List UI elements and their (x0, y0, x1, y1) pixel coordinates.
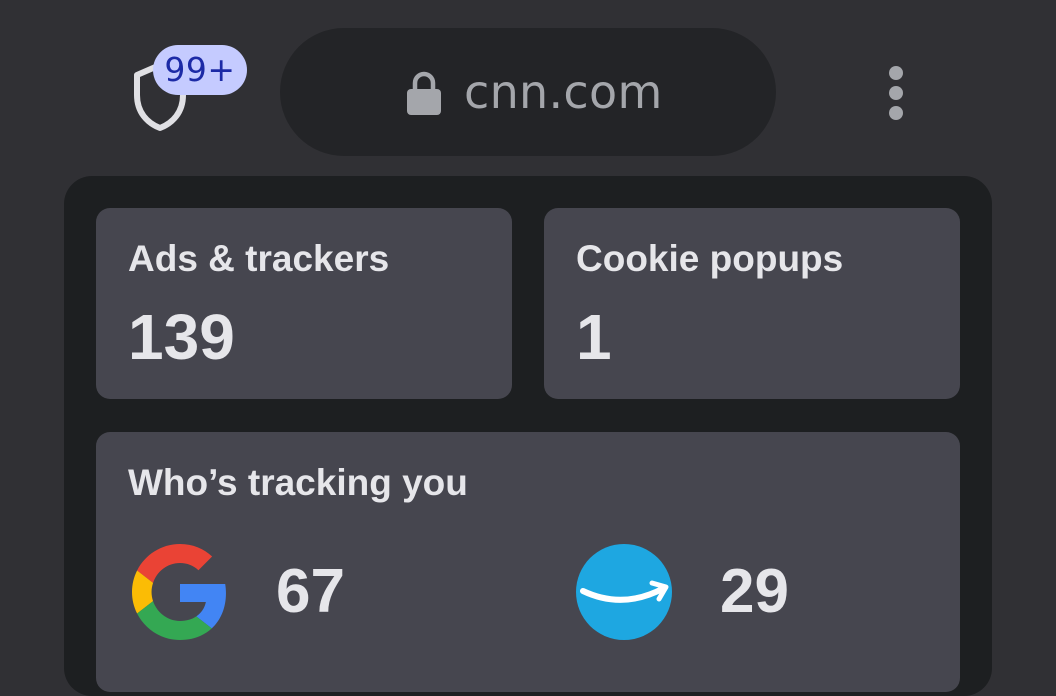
ads-trackers-count: 139 (128, 301, 235, 373)
tracker-amazon[interactable]: 29 (576, 544, 896, 640)
google-tracker-count: 67 (276, 557, 345, 626)
google-logo-icon (132, 544, 226, 640)
more-vert-icon (889, 66, 903, 80)
privacy-panel: Ads & trackers 139 Cookie popups 1 Who’s… (64, 176, 992, 696)
url-text: cnn.com (464, 65, 663, 119)
more-vert-icon-dot (889, 86, 903, 100)
cookie-popups-card: Cookie popups 1 (544, 208, 960, 399)
more-options-button[interactable] (870, 56, 922, 128)
amazon-logo-icon (576, 544, 672, 640)
tracker-google[interactable]: 67 (132, 544, 452, 640)
more-vert-icon-dot (889, 106, 903, 120)
cookie-popups-label: Cookie popups (576, 238, 844, 279)
amazon-tracker-count: 29 (720, 557, 789, 626)
ads-trackers-card: Ads & trackers 139 (96, 208, 512, 399)
trackers-card: Who’s tracking you 67 29 (96, 432, 960, 692)
blocked-count-badge: 99+ (153, 45, 247, 95)
browser-toolbar: 99+ cnn.com (0, 0, 1056, 176)
ads-trackers-label: Ads & trackers (128, 238, 390, 279)
cookie-popups-count: 1 (576, 301, 612, 373)
url-bar[interactable]: cnn.com (280, 28, 776, 156)
lock-icon (407, 71, 441, 115)
trackers-title: Who’s tracking you (128, 462, 468, 503)
privacy-shield-button[interactable]: 99+ (118, 40, 258, 140)
